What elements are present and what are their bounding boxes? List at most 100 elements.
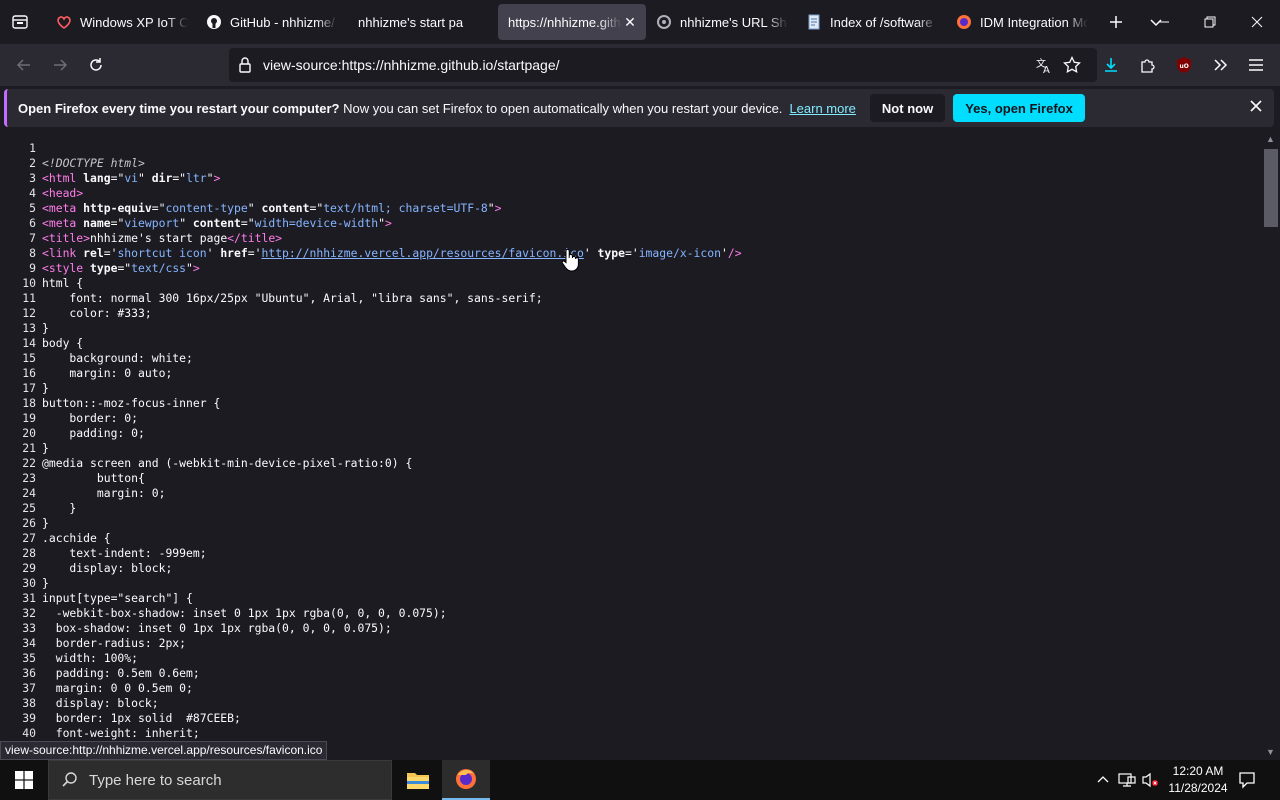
back-arrow-icon [16,59,30,71]
file-explorer-taskbar-button[interactable] [394,760,442,800]
tab-title: Windows XP IoT Op [80,14,188,30]
link-icon [656,14,672,30]
taskbar-search-box[interactable]: Type here to search [48,760,392,800]
tab-title: nhhizme's URL Sho [680,14,788,30]
source-line: 21} [22,441,49,455]
source-line: 38 display: block; [22,696,159,710]
tab-1[interactable]: Windows XP IoT Op [48,4,196,40]
back-button[interactable] [8,49,40,81]
url-text[interactable]: view-source:https://nhhizme.github.io/st… [263,57,560,73]
source-line: 39 border: 1px solid #87CEEB; [22,711,241,725]
reload-button[interactable] [80,49,112,81]
source-line: 3 <html lang="vi" dir="ltr"> [29,171,221,185]
yes-open-firefox-button[interactable]: Yes, open Firefox [953,94,1085,122]
tab-strip: Windows XP IoT Op GitHub - nhhizme/nhhizm… [0,0,1280,44]
source-line: 28 text-indent: -999em; [22,546,207,560]
show-hidden-icons-button[interactable] [1094,760,1112,800]
source-line: 37 margin: 0 0 0.5em 0; [22,681,193,695]
source-line: 26} [22,516,49,530]
taskbar-clock[interactable]: 12:20 AM 11/28/2024 [1160,763,1236,797]
source-line: 25 } [22,501,77,515]
start-button[interactable] [0,760,48,800]
source-line: 31 input[type="search"] { [22,591,193,605]
forward-button[interactable] [44,49,76,81]
new-tab-button[interactable] [1096,0,1136,44]
speaker-muted-icon [1142,772,1158,788]
lock-icon[interactable] [237,56,253,77]
network-icon [1118,773,1136,787]
source-line: 12 color: #333; [22,306,152,320]
view-source-content[interactable]: 1 2 <!DOCTYPE html> 3 <html lang="vi" dir="l… [0,131,1262,760]
hand-cursor-icon [561,248,579,272]
source-line: 13} [22,321,49,335]
translate-icon[interactable]: 文A [1035,56,1053,77]
tab-7[interactable]: IDM Integration Mo [948,4,1096,40]
clock-time: 12:20 AM [1172,764,1224,778]
tab-title: GitHub - nhhizme/ [230,14,335,30]
downloads-button[interactable] [1095,49,1127,81]
restore-button[interactable] [1187,0,1233,44]
ublock-button[interactable]: uO [1168,49,1200,81]
notification-text: Now you can set Firefox to open automati… [339,100,783,116]
source-line: 29 display: block; [22,561,173,575]
more-tools-button[interactable] [1204,49,1236,81]
source-line: 24 margin: 0; [22,486,166,500]
source-line: 1 [29,141,36,155]
notification-icon [1239,772,1255,789]
close-window-button[interactable] [1234,0,1280,44]
address-bar[interactable]: view-source:https://nhhizme.github.io/st… [229,48,1097,82]
tab-5[interactable]: nhhizme's URL Sho [648,4,796,40]
source-line: 35 width: 100%; [22,651,139,665]
minimize-button[interactable] [1141,0,1187,44]
close-tab-icon[interactable]: ✕ [622,14,638,30]
minimize-icon [1159,21,1169,23]
restore-icon [1204,16,1216,28]
ublock-origin-icon: uO [1177,57,1191,73]
hamburger-menu-icon [1249,59,1263,71]
source-line: 36 padding: 0.5em 0.6em; [22,666,200,680]
clock-date: 11/28/2024 [1168,781,1228,795]
scroll-up-arrow[interactable]: ▲ [1266,134,1275,144]
volume-tray-icon[interactable] [1140,760,1160,800]
search-icon [62,772,77,787]
tab-3[interactable]: nhhizme's start pa [348,4,496,40]
tab-4[interactable]: https://nhhizme.gith ✕ [498,4,646,40]
source-line: 19 border: 0; [22,411,139,425]
svg-text:A: A [1043,65,1050,74]
navigation-toolbar: view-source:https://nhhizme.github.io/st… [0,44,1280,86]
close-notification-button[interactable] [1248,98,1264,117]
firefox-view-icon [12,15,28,29]
source-line: 16 margin: 0 auto; [22,366,173,380]
source-line: 7 <title>nhhizme's start page</title> [29,231,283,245]
scroll-down-arrow[interactable]: ▼ [1266,747,1275,757]
firefox-taskbar-button[interactable] [442,760,490,800]
scrollbar-thumb[interactable] [1264,149,1278,227]
source-line: 20 padding: 0; [22,426,145,440]
source-line: 17} [22,381,49,395]
learn-more-link[interactable]: Learn more [789,101,855,116]
close-icon [1251,16,1263,28]
source-line: 23 button{ [22,471,145,485]
tab-title: https://nhhizme.gith [508,14,621,30]
puzzle-icon [1141,59,1155,73]
bookmark-star-icon[interactable] [1063,55,1081,77]
firefox-icon [456,769,476,789]
tab-2[interactable]: GitHub - nhhizme/ [198,4,346,40]
network-tray-icon[interactable] [1116,760,1138,800]
notification-bar: Open Firefox every time you restart your… [4,89,1274,127]
vertical-scrollbar[interactable]: ▲ ▼ [1262,131,1280,760]
source-line: 4 <head> [29,186,84,200]
source-line: 22 @media screen and (-webkit-min-device-… [22,456,413,470]
windows-taskbar: Type here to search 12:20 AM 11/28/2024 [0,760,1280,800]
tab-6[interactable]: Index of /software [798,4,946,40]
chevron-up-icon [1097,776,1109,783]
extensions-button[interactable] [1132,49,1164,81]
source-code: 1 2 <!DOCTYPE html> 3 <html lang="vi" dir="l… [0,141,741,741]
source-line: 18 button::-moz-focus-inner { [22,396,221,410]
not-now-button[interactable]: Not now [869,94,946,122]
source-line: 5 <meta http-equiv="content-type" content… [29,201,502,215]
action-center-button[interactable] [1234,760,1260,800]
firefox-view-button[interactable] [0,0,40,44]
windows-logo-icon [15,771,33,789]
app-menu-button[interactable] [1240,49,1272,81]
